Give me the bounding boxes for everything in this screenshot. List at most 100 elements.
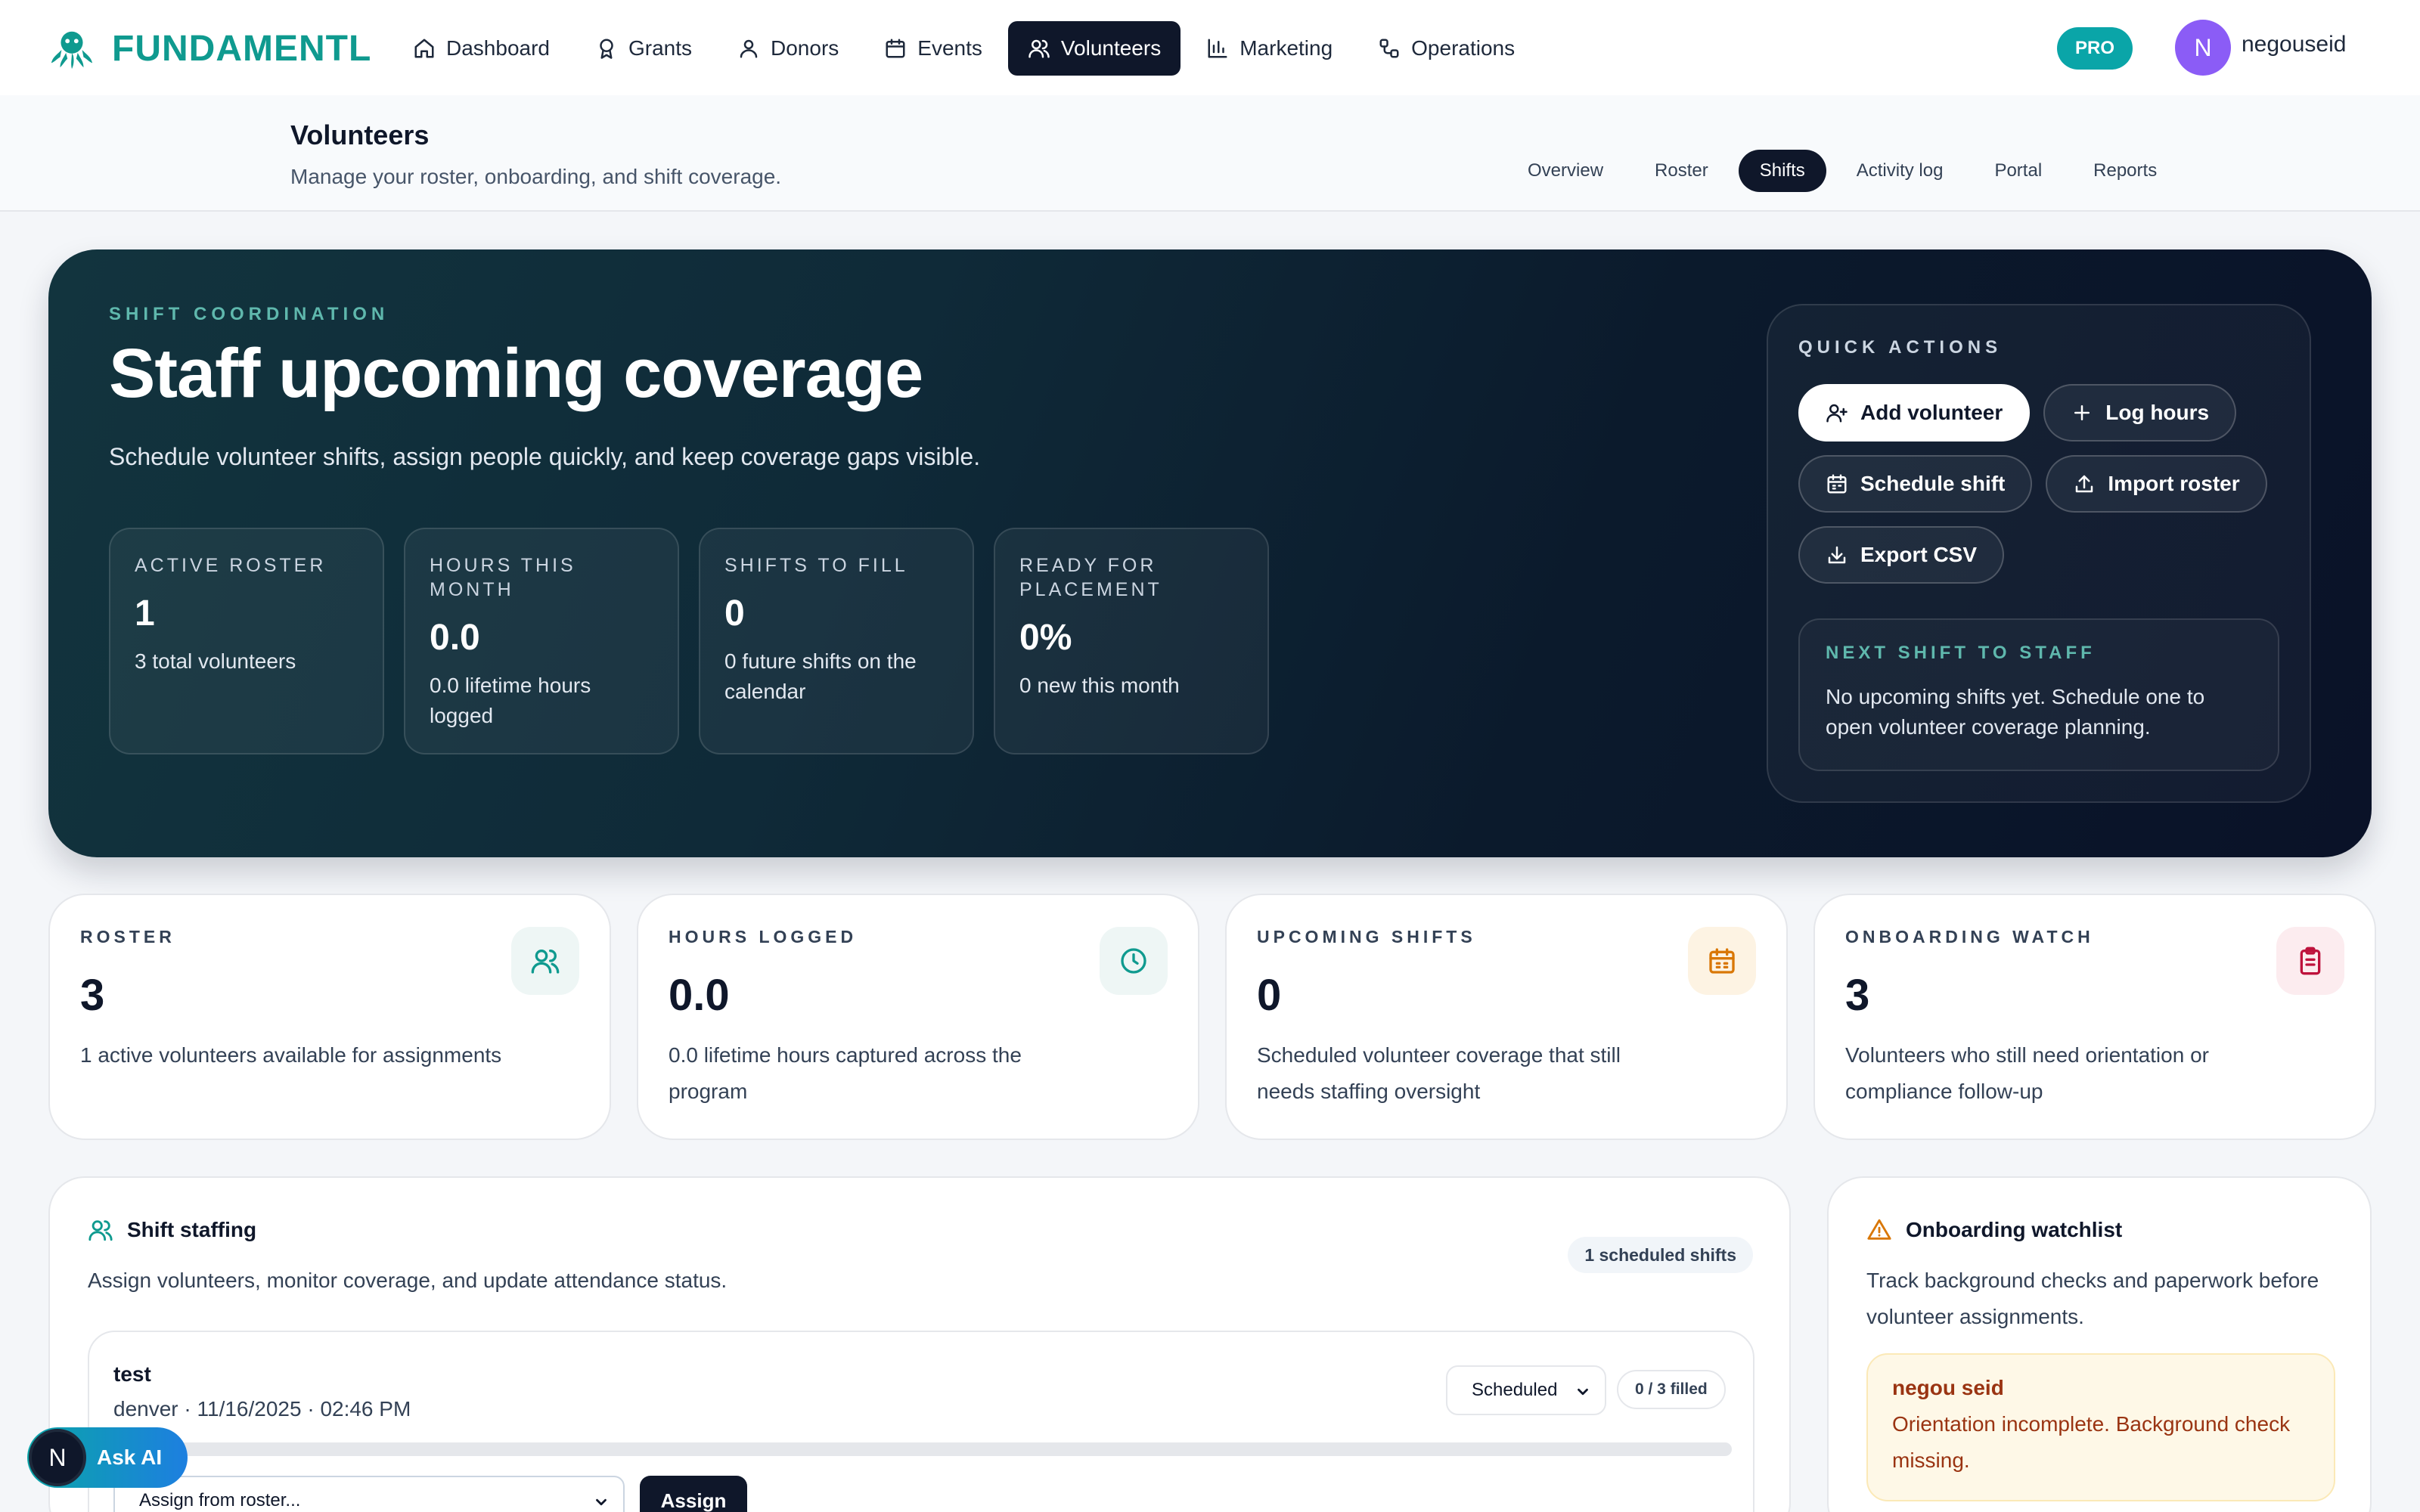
log-hours-button[interactable]: Log hours: [2043, 384, 2237, 442]
brand-logo[interactable]: FUNDAMENTL: [48, 23, 371, 74]
hero-description: Schedule volunteer shifts, assign people…: [109, 443, 981, 470]
nav-item-dashboard[interactable]: Dashboard: [393, 21, 569, 76]
shift-staffing-panel: Shift staffing Assign volunteers, monito…: [48, 1176, 1791, 1512]
stat-label: ACTIVE ROSTER: [135, 555, 327, 576]
tab-activity-log[interactable]: Activity log: [1835, 150, 1965, 192]
stat-label: HOURS THIS MONTH: [430, 555, 576, 600]
users-icon: [88, 1220, 113, 1241]
hero-title: Staff upcoming coverage: [109, 335, 923, 412]
avatar[interactable]: N: [2175, 20, 2231, 76]
ask-ai-avatar: N: [29, 1429, 86, 1486]
download-icon: [1828, 546, 1846, 564]
warning-icon: [1867, 1219, 1891, 1240]
kpi-subtext: Volunteers who still need orientation or…: [1845, 1043, 2209, 1103]
users-icon: [1028, 39, 1050, 58]
user-plus-icon: [1826, 404, 1848, 423]
onboarding-issue: Orientation incomplete. Background check…: [1892, 1412, 2291, 1472]
assign-button[interactable]: Assign: [640, 1476, 747, 1512]
stat-label: READY FOR PLACEMENT: [1019, 555, 1162, 600]
panel-title: Onboarding watchlist: [1906, 1218, 2123, 1241]
octopus-icon: [51, 31, 93, 70]
button-label: Import roster: [2108, 472, 2240, 495]
stat-subtext: 0 future shifts on the calendar: [724, 649, 917, 703]
watchlist-item[interactable]: negou seid Orientation incomplete. Backg…: [1866, 1353, 2335, 1501]
calendar-icon: [886, 39, 905, 58]
stat-value: 0: [724, 593, 745, 634]
button-label: Schedule shift: [1860, 472, 2006, 495]
nav-item-marketing[interactable]: Marketing: [1187, 21, 1352, 76]
nav-item-events[interactable]: Events: [864, 21, 1002, 76]
workflow-icon: [1379, 39, 1399, 58]
assign-placeholder: Assign from roster...: [139, 1490, 301, 1510]
tab-roster[interactable]: Roster: [1634, 150, 1730, 192]
button-label: Add volunteer: [1860, 401, 2003, 424]
tab-portal[interactable]: Portal: [1973, 150, 2063, 192]
stat-shifts-to-fill: SHIFTS TO FILL 0 0 future shifts on the …: [699, 528, 974, 754]
kpi-upcoming-shifts: UPCOMING SHIFTS 0 Scheduled volunteer co…: [1225, 894, 1788, 1140]
nav-item-label: Events: [917, 36, 982, 60]
nav-item-operations[interactable]: Operations: [1358, 21, 1534, 76]
export-csv-button[interactable]: Export CSV: [1798, 526, 2005, 584]
nav-item-grants[interactable]: Grants: [576, 21, 712, 76]
upload-icon: [2076, 475, 2093, 493]
nav-item-donors[interactable]: Donors: [718, 21, 858, 76]
shift-meta: denver · 11/16/2025 · 02:46 PM: [113, 1397, 411, 1421]
nav-item-label: Operations: [1411, 36, 1516, 60]
kpi-icon-badge: [1688, 927, 1756, 995]
nav-item-volunteers[interactable]: Volunteers: [1007, 21, 1181, 76]
nav-item-label: Grants: [628, 36, 693, 60]
tab-shifts[interactable]: Shifts: [1738, 150, 1826, 192]
page-title: Volunteers: [290, 119, 430, 150]
stat-subtext: 3 total volunteers: [135, 649, 296, 673]
status-value: Scheduled: [1472, 1380, 1558, 1400]
next-shift-text: No upcoming shifts yet. Schedule one to …: [1826, 685, 2205, 739]
coverage-progress-bar: [113, 1442, 1732, 1456]
scheduled-count-badge: 1 scheduled shifts: [1568, 1237, 1753, 1273]
kpi-subtext: Scheduled volunteer coverage that still …: [1257, 1043, 1621, 1103]
stat-active-roster: ACTIVE ROSTER 1 3 total volunteers: [109, 528, 384, 754]
stat-subtext: 0 new this month: [1019, 674, 1180, 697]
import-roster-button[interactable]: Import roster: [2046, 455, 2267, 513]
calendar-icon: [1827, 474, 1847, 494]
main-nav: Dashboard Grants Donors Events Volunteer…: [393, 21, 1534, 76]
onboarding-watchlist-panel: Onboarding watchlist Track background ch…: [1827, 1176, 2372, 1512]
shift-status-select[interactable]: Scheduled: [1446, 1365, 1606, 1415]
next-shift-card: NEXT SHIFT TO STAFF No upcoming shifts y…: [1798, 618, 2279, 771]
kpi-cards: ROSTER 3 1 active volunteers available f…: [48, 894, 2376, 1140]
kpi-label: HOURS LOGGED: [669, 927, 858, 947]
kpi-label: UPCOMING SHIFTS: [1257, 927, 1476, 947]
pro-badge: PRO: [2057, 27, 2133, 70]
kpi-icon-badge: [2276, 927, 2344, 995]
schedule-shift-button[interactable]: Schedule shift: [1798, 455, 2033, 513]
plus-icon: [2074, 405, 2090, 420]
kpi-hours-logged: HOURS LOGGED 0.0 0.0 lifetime hours capt…: [637, 894, 1199, 1140]
stat-value: 0.0: [430, 618, 480, 658]
hero-eyebrow: SHIFT COORDINATION: [109, 304, 389, 324]
shift-name: test: [113, 1362, 151, 1386]
nav-item-label: Dashboard: [446, 36, 550, 60]
section-tabs: Overview Roster Shifts Activity log Port…: [1506, 150, 2178, 192]
kpi-icon-badge: [511, 927, 579, 995]
stat-subtext: 0.0 lifetime hours logged: [430, 674, 591, 727]
kpi-value: 0.0: [669, 971, 730, 1020]
kpi-roster: ROSTER 3 1 active volunteers available f…: [48, 894, 611, 1140]
stat-value: 0%: [1019, 618, 1072, 658]
home-icon: [414, 39, 434, 58]
assign-volunteer-select[interactable]: Assign from roster...: [113, 1476, 625, 1512]
tab-reports[interactable]: Reports: [2072, 150, 2178, 192]
chevron-down-icon: [596, 1498, 607, 1506]
add-volunteer-button[interactable]: Add volunteer: [1798, 384, 2031, 442]
clipboard-icon: [2300, 947, 2321, 975]
tab-overview[interactable]: Overview: [1506, 150, 1624, 192]
kpi-value: 3: [1845, 971, 1870, 1020]
hero-banner: SHIFT COORDINATION Staff upcoming covera…: [48, 249, 2372, 857]
fill-count-badge: 0 / 3 filled: [1617, 1370, 1726, 1409]
username[interactable]: negouseid: [2242, 32, 2346, 57]
panel-header: Shift staffing: [88, 1217, 256, 1243]
user-icon: [740, 39, 758, 58]
page-subtitle: Manage your roster, onboarding, and shif…: [290, 165, 782, 188]
kpi-subtext: 0.0 lifetime hours captured across the p…: [669, 1043, 1022, 1103]
panel-description: Assign volunteers, monitor coverage, and…: [88, 1269, 728, 1292]
kpi-subtext: 1 active volunteers available for assign…: [80, 1043, 502, 1067]
ask-ai-button[interactable]: N Ask AI: [27, 1427, 188, 1488]
